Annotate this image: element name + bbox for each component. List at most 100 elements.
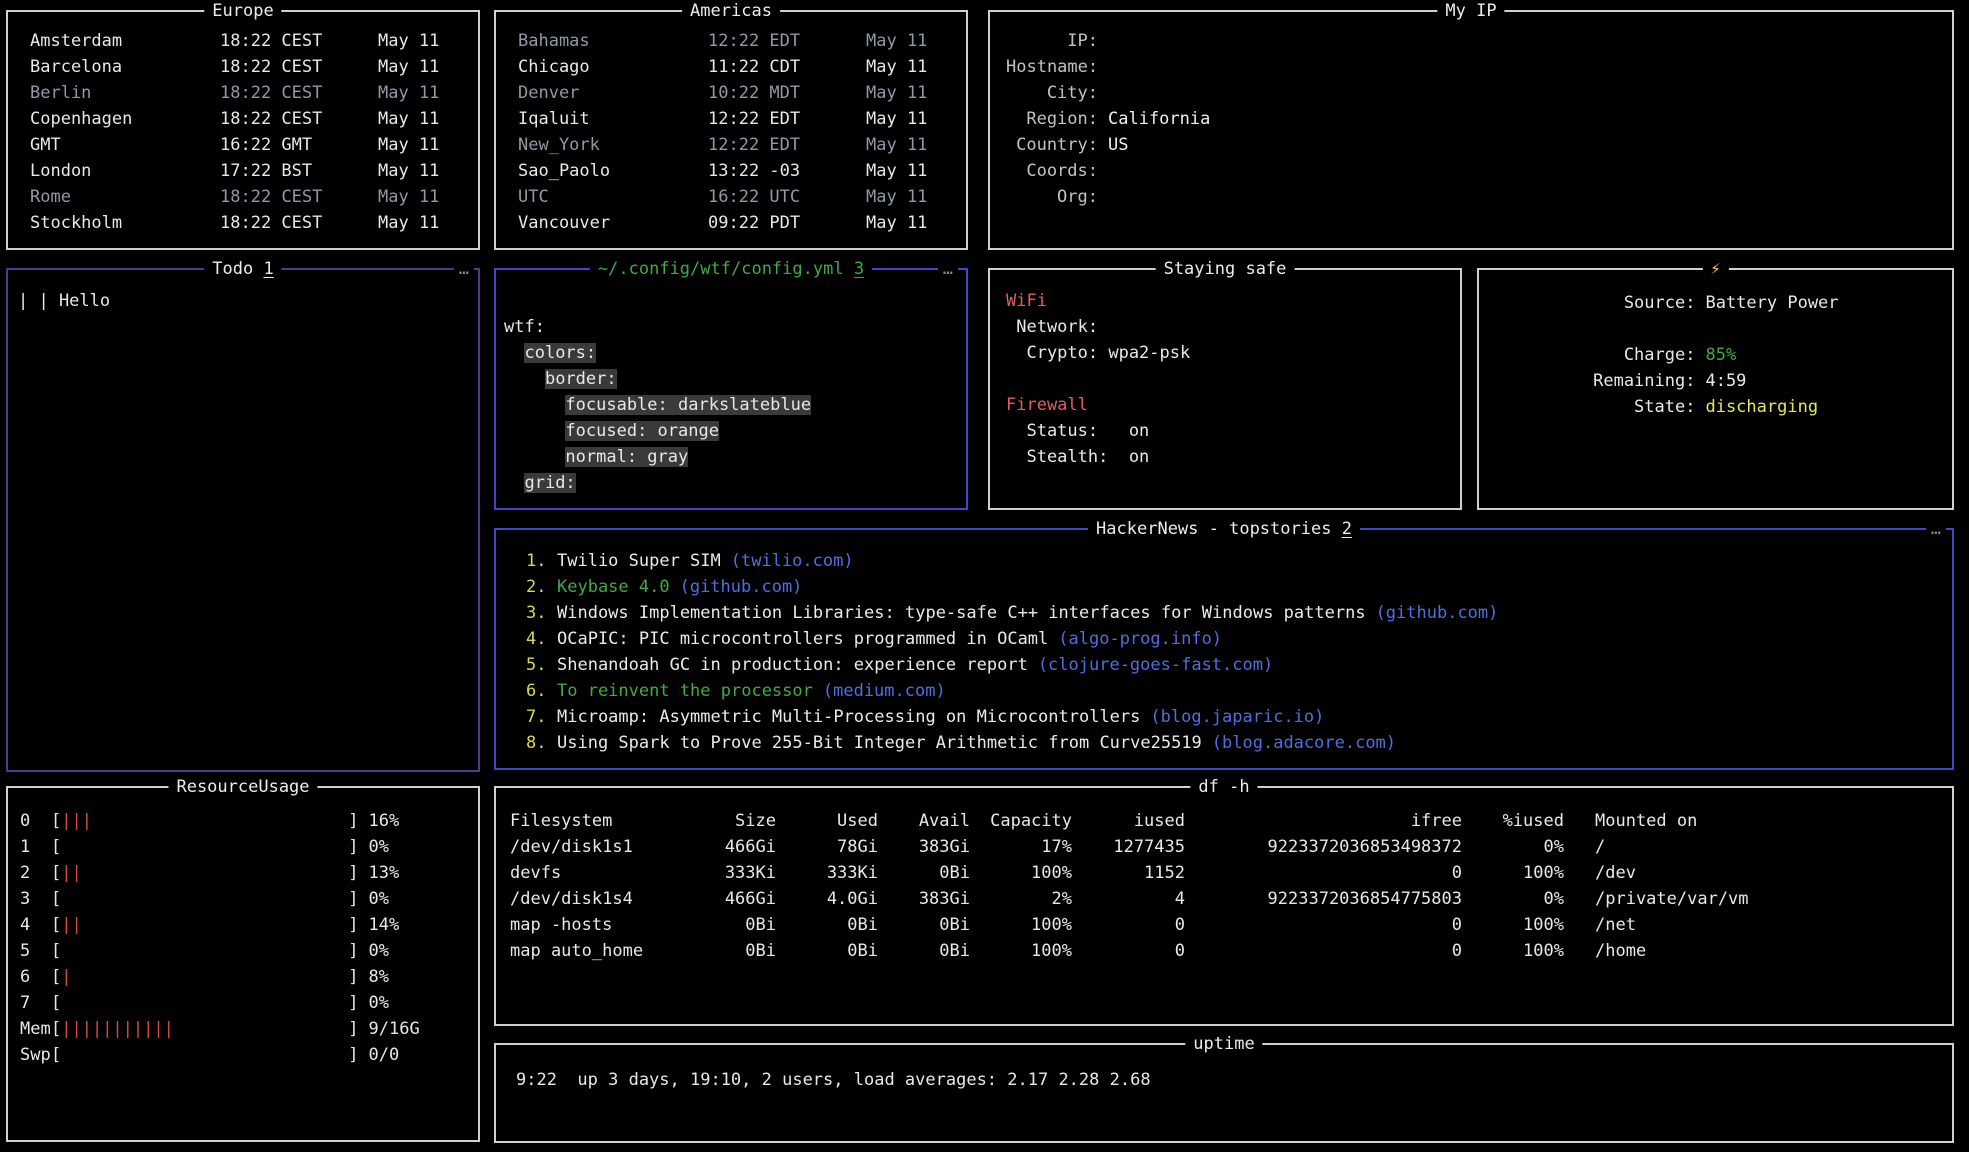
clock-date: May 11: [378, 132, 439, 158]
hackernews-item[interactable]: 2.Keybase 4.0(github.com): [526, 574, 1940, 600]
df-header-cell: Size: [653, 808, 776, 834]
df-cell: 9223372036854775803: [1185, 886, 1462, 912]
panel-df-title: df -h: [1190, 774, 1257, 800]
hackernews-shortcut: 2: [1342, 519, 1352, 539]
hackernews-item-domain: (github.com): [1376, 600, 1499, 626]
df-cell: 4: [1072, 886, 1185, 912]
hackernews-item[interactable]: 7.Microamp: Asymmetric Multi-Processing …: [526, 704, 1940, 730]
clock-time: 18:22 CEST: [220, 210, 378, 236]
cpu-gauge-row: 5[] 0%: [20, 938, 468, 964]
df-cell: /dev: [1595, 860, 1636, 886]
clock-city: Sao_Paolo: [518, 158, 708, 184]
hackernews-more-indicator: …: [1926, 516, 1946, 542]
config-indent: [504, 369, 545, 389]
config-line: colors:: [504, 340, 958, 366]
ip-field-row: Hostname:: [1006, 54, 1940, 80]
gauge-value: 0%: [369, 886, 389, 912]
gauge-close-bracket: ]: [348, 938, 358, 964]
df-header-cell: %iused: [1462, 808, 1564, 834]
gauge-label: Mem: [20, 1016, 51, 1042]
ip-field-label: City:: [1006, 80, 1098, 106]
ip-field-label: Hostname:: [1006, 54, 1098, 80]
panel-todo-title: Todo 1: [204, 256, 281, 282]
gauge-close-bracket: ]: [348, 990, 358, 1016]
clock-time: 16:22 GMT: [220, 132, 378, 158]
clock-row: Stockholm18:22 CESTMay 11: [30, 210, 466, 236]
config-file-content: wtf: colors: border: focusable: darkslat…: [496, 270, 966, 496]
todo-title-text: Todo: [212, 259, 253, 279]
clock-date: May 11: [378, 80, 439, 106]
panel-hackernews[interactable]: HackerNews - topstories 2 … 1.Twilio Sup…: [494, 528, 1954, 770]
hackernews-item[interactable]: 4.OCaPIC: PIC microcontrollers programme…: [526, 626, 1940, 652]
americas-clock-list: Bahamas12:22 EDTMay 11 Chicago11:22 CDTM…: [496, 12, 966, 236]
cpu-gauge-row: 0[|||]16%: [20, 808, 468, 834]
clock-row: New_York12:22 EDTMay 11: [518, 132, 954, 158]
clock-row: Vancouver09:22 PDTMay 11: [518, 210, 954, 236]
hackernews-item-number: 8.: [526, 730, 557, 756]
gauge-label: 7: [20, 990, 51, 1016]
battery-remaining-label: Remaining:: [1592, 368, 1695, 394]
df-cell: 333Ki: [776, 860, 878, 886]
df-cell: /net: [1595, 912, 1636, 938]
hackernews-item[interactable]: 6.To reinvent the processor(medium.com): [526, 678, 1940, 704]
todo-item[interactable]: | | Hello: [18, 288, 466, 314]
gauge-value: 0%: [369, 938, 389, 964]
df-cell: 0Bi: [776, 938, 878, 964]
clock-row: Berlin18:22 CESTMay 11: [30, 80, 466, 106]
hackernews-list: 1.Twilio Super SIM(twilio.com) 2.Keybase…: [496, 530, 1952, 756]
ip-field-row: Country:US: [1006, 132, 1940, 158]
ip-field-row: Coords:: [1006, 158, 1940, 184]
battery-charge-value: 85%: [1705, 342, 1736, 368]
hackernews-item-domain: (blog.japaric.io): [1150, 704, 1324, 730]
config-text: border:: [545, 369, 617, 389]
ip-field-value: US: [1108, 132, 1128, 158]
hackernews-item-number: 7.: [526, 704, 557, 730]
gauge-bar: ||: [61, 912, 348, 938]
panel-my-ip: My IP IP: Hostname: City: Region:Califor…: [988, 10, 1954, 250]
clock-row: Chicago11:22 CDTMay 11: [518, 54, 954, 80]
gauge-value: 0%: [369, 990, 389, 1016]
df-cell: 100%: [1462, 912, 1564, 938]
battery-remaining-row: Remaining:4:59: [1592, 368, 1838, 394]
todo-shortcut: 1: [263, 259, 273, 279]
gauge-label: 5: [20, 938, 51, 964]
clock-date: May 11: [378, 28, 439, 54]
battery-state-value: discharging: [1705, 394, 1818, 420]
gauge-value: 0/0: [369, 1042, 400, 1068]
hackernews-item-title: Keybase 4.0: [557, 574, 670, 600]
hackernews-item[interactable]: 1.Twilio Super SIM(twilio.com): [526, 548, 1940, 574]
hackernews-item[interactable]: 8.Using Spark to Prove 255-Bit Integer A…: [526, 730, 1940, 756]
hackernews-item-domain: (algo-prog.info): [1058, 626, 1222, 652]
clock-time: 18:22 CEST: [220, 184, 378, 210]
df-cell: 466Gi: [653, 834, 776, 860]
df-table-row: devfs333Ki333Ki0Bi100%11520100%/dev: [510, 860, 1940, 886]
hackernews-item[interactable]: 5.Shenandoah GC in production: experienc…: [526, 652, 1940, 678]
gauge-close-bracket: ]: [348, 834, 358, 860]
clock-row: London17:22 BSTMay 11: [30, 158, 466, 184]
gauge-label: 6: [20, 964, 51, 990]
gauge-open-bracket: [: [51, 938, 61, 964]
battery-bolt-icon: ⚡: [1702, 256, 1728, 282]
gauge-open-bracket: [: [51, 834, 61, 860]
clock-time: 17:22 BST: [220, 158, 378, 184]
gauge-value: 14%: [369, 912, 400, 938]
gauge-bar: ||: [61, 860, 348, 886]
df-cell: 0: [1185, 938, 1462, 964]
ip-field-label: Coords:: [1006, 158, 1098, 184]
panel-config-file[interactable]: ~/.config/wtf/config.yml 3 … wtf: colors…: [494, 268, 968, 510]
config-indent: [504, 421, 565, 441]
clock-date: May 11: [866, 132, 927, 158]
todo-more-indicator: …: [454, 256, 474, 282]
config-text: focused: orange: [565, 421, 719, 441]
swap-gauge-row: Swp[]0/0: [20, 1042, 468, 1068]
df-cell: 0Bi: [653, 912, 776, 938]
cpu-gauge-row: 7[]0%: [20, 990, 468, 1016]
gauge-label: 3: [20, 886, 51, 912]
clock-city: Bahamas: [518, 28, 708, 54]
panel-todo[interactable]: Todo 1 … | | Hello: [6, 268, 480, 772]
panel-uptime-title: uptime: [1185, 1031, 1262, 1057]
hackernews-item[interactable]: 3.Windows Implementation Libraries: type…: [526, 600, 1940, 626]
gauge-close-bracket: ]: [348, 964, 358, 990]
hackernews-item-title: Using Spark to Prove 255-Bit Integer Ari…: [557, 730, 1202, 756]
resource-usage-content: 0[|||]16% 1[]0% 2[||]13% 3[]0% 4[||]14% …: [8, 788, 478, 1068]
